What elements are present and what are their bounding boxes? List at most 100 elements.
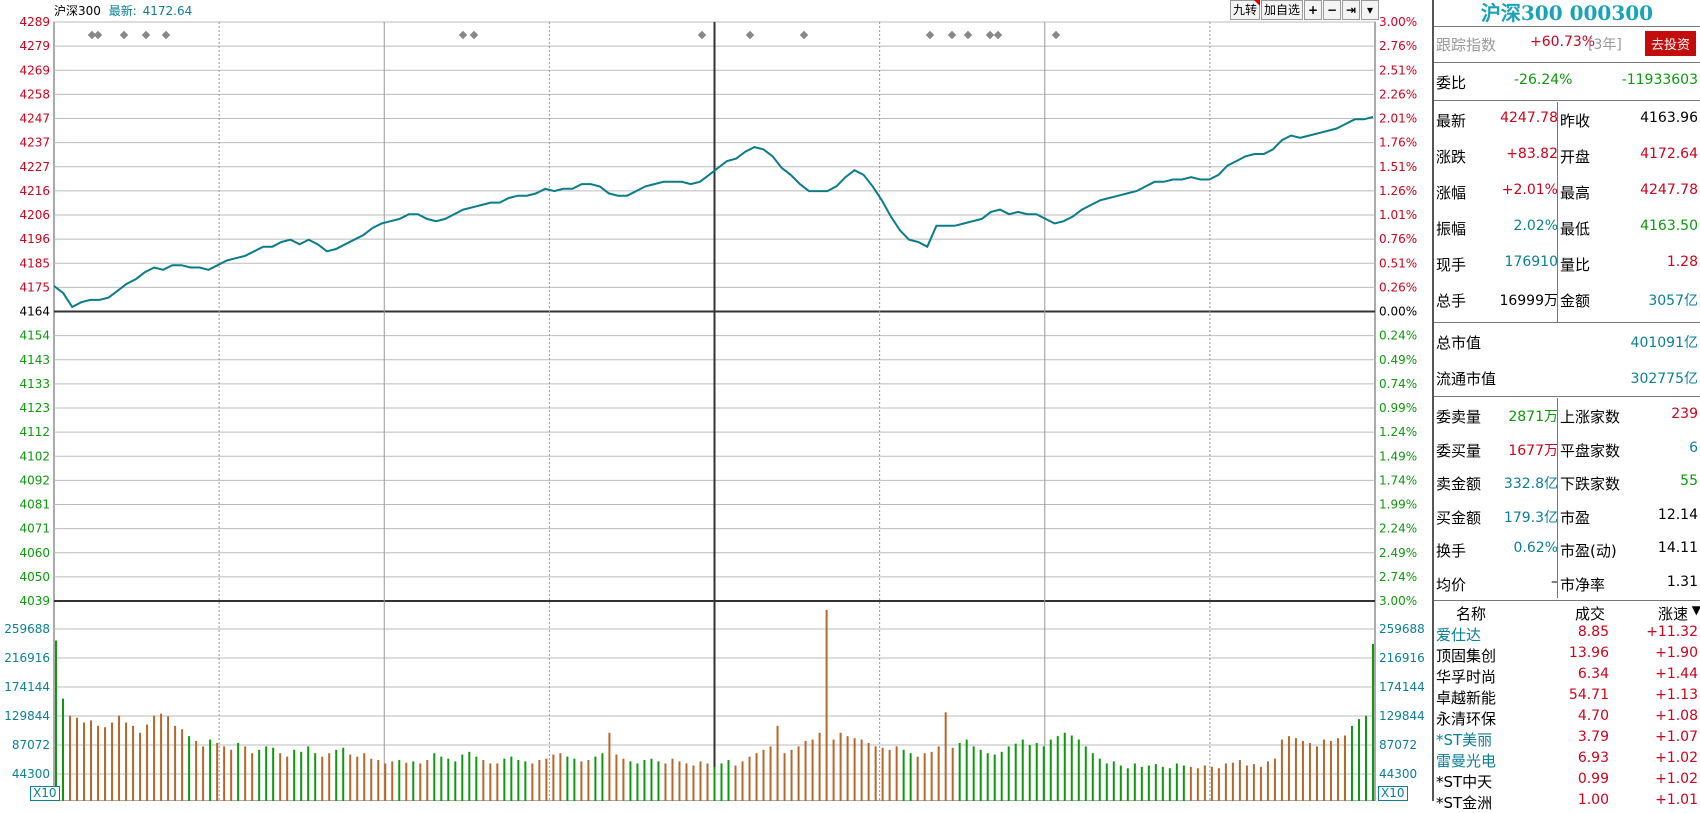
volume-tick-label: 44300 — [12, 767, 50, 781]
quote-row: 现手 176910 量比 1.28 — [1434, 248, 1700, 278]
list-item[interactable]: 永清环保 4.70 +1.08 — [1434, 708, 1700, 729]
track-value: +60.73% — [1530, 34, 1596, 50]
stock-name: *ST美丽 — [1436, 731, 1493, 749]
volume-tick-label: 44300 — [1379, 767, 1417, 781]
stat-label: 换手 — [1436, 542, 1467, 560]
percent-tick-label: 0.99% — [1379, 401, 1417, 415]
add-favorite-button[interactable]: 加自选 — [1261, 0, 1304, 20]
stat-label: 均价 — [1436, 575, 1467, 594]
percent-tick-label: 0.24% — [1379, 329, 1417, 343]
latest-label: 最新: — [108, 4, 137, 18]
price-tick-label: 4081 — [19, 498, 50, 512]
stock-price: 54.71 — [1568, 687, 1609, 703]
col-change-header[interactable]: 涨速 — [1658, 603, 1688, 624]
quote-value: 2.02% — [1513, 218, 1558, 234]
list-item[interactable]: 卓越新能 54.71 +1.13 — [1434, 687, 1700, 708]
float-cap-row: 流通市值 302775亿 — [1434, 362, 1700, 392]
quote-label: 最低 — [1560, 220, 1591, 238]
stock-change: +1.02 — [1655, 771, 1698, 787]
percent-tick-label: 1.51% — [1379, 160, 1417, 174]
col-price-header[interactable]: 成交 — [1575, 603, 1605, 624]
volume-tick-label: 87072 — [1379, 738, 1417, 752]
quote-panel: 沪深300 000300 跟踪指数 +60.73% [3年] 去投资 委比 -2… — [1432, 0, 1700, 812]
quote-row: 最新 4247.78 昨收 4163.96 — [1434, 104, 1700, 134]
quote-label: 金额 — [1560, 292, 1591, 310]
quote-label: 总手 — [1436, 292, 1467, 310]
volume-tick-label: 216916 — [1379, 651, 1425, 665]
list-item[interactable]: 华孚时尚 6.34 +1.44 — [1434, 666, 1700, 687]
stat-value: 55 — [1680, 473, 1698, 489]
event-marker-icon — [985, 30, 995, 40]
quote-label: 涨跌 — [1436, 148, 1467, 166]
mktcap-value: 401091亿 — [1630, 335, 1698, 351]
price-tick-label: 4154 — [19, 329, 50, 343]
stock-price: 3.79 — [1577, 729, 1609, 745]
price-tick-label: 4227 — [19, 160, 50, 174]
list-header: 名称 成交 涨速 ▼ — [1434, 603, 1700, 624]
stock-change: +1.13 — [1655, 687, 1698, 703]
quote-value: 4247.78 — [1500, 110, 1558, 126]
percent-tick-label: 0.76% — [1379, 232, 1417, 246]
quote-value: +2.01% — [1501, 182, 1558, 198]
price-tick-label: 4123 — [19, 401, 50, 415]
volume-tick-label: 129844 — [4, 709, 50, 723]
percent-tick-label: 0.74% — [1379, 377, 1417, 391]
list-item[interactable]: *ST中天 0.99 +1.02 — [1434, 771, 1700, 792]
volume-tick-label: 129844 — [1379, 709, 1425, 723]
stat-row: 委买量 1677万 平盘家数 6 — [1434, 434, 1700, 464]
panel-title: 沪深300 000300 — [1480, 1, 1654, 25]
list-item[interactable]: *ST金洲 1.00 +1.01 — [1434, 792, 1700, 813]
list-item[interactable]: 雷曼光电 6.93 +1.02 — [1434, 750, 1700, 771]
jiuzhuan-button[interactable]: 九转 — [1230, 0, 1261, 20]
price-tick-label: 4206 — [19, 208, 50, 222]
divider — [1434, 396, 1700, 397]
invest-button[interactable]: 去投资 — [1644, 31, 1696, 56]
intraday-chart-area[interactable]: 4289 4279 4269 4258 4247 4237 4227 4216 4206 4196… — [0, 0, 1430, 801]
list-item[interactable]: 顶固集创 13.96 +1.90 — [1434, 645, 1700, 666]
volume-tick-label: 174144 — [1379, 680, 1425, 694]
stat-row: 卖金额 332.8亿 下跌家数 55 — [1434, 467, 1700, 497]
stat-value: 179.3亿 — [1503, 509, 1558, 526]
event-marker-icon — [799, 30, 809, 40]
sort-down-icon[interactable]: ▼ — [1692, 603, 1700, 617]
mktcap-row: 总市值 401091亿 — [1434, 326, 1700, 356]
event-marker-icon — [963, 30, 973, 40]
price-tick-label: 4071 — [19, 522, 50, 536]
quote-value: 1.28 — [1666, 254, 1698, 270]
divider — [1434, 62, 1700, 63]
percent-tick-label: 2.74% — [1379, 570, 1417, 584]
float-cap-label: 流通市值 — [1436, 370, 1497, 388]
event-marker-icon — [141, 30, 151, 40]
list-item[interactable]: *ST美丽 3.79 +1.07 — [1434, 729, 1700, 750]
volume-tick-label: 259688 — [1379, 622, 1425, 636]
stock-change: +1.90 — [1655, 645, 1698, 661]
col-name-header[interactable]: 名称 — [1456, 603, 1486, 624]
event-marker-icon — [93, 30, 103, 40]
jump-end-icon[interactable]: ⇥ — [1342, 0, 1361, 20]
quote-label: 振幅 — [1436, 220, 1467, 238]
price-tick-label: 4102 — [19, 449, 50, 463]
zoom-out-icon[interactable]: − — [1323, 0, 1342, 20]
dropdown-icon[interactable]: ▾ — [1361, 0, 1380, 20]
price-tick-label: 4143 — [19, 353, 50, 367]
quote-label: 最高 — [1560, 184, 1591, 202]
event-marker-icon — [1051, 30, 1061, 40]
quote-row: 振幅 2.02% 最低 4163.50 — [1434, 212, 1700, 242]
stock-change: +11.32 — [1646, 624, 1698, 640]
percent-tick-label: 2.76% — [1379, 39, 1417, 53]
divider — [1434, 322, 1700, 323]
stat-label: 市净率 — [1560, 575, 1606, 594]
stat-label: 市盈 — [1560, 508, 1591, 527]
price-tick-label: 4279 — [19, 39, 50, 53]
list-item[interactable]: 爱仕达 8.85 +11.32 — [1434, 624, 1700, 645]
divider — [1434, 26, 1700, 27]
stat-value: 2871万 — [1508, 409, 1558, 425]
quote-row: 总手 16999万 金额 3057亿 — [1434, 284, 1700, 314]
stat-row: 委卖量 2871万 上涨家数 239 — [1434, 400, 1700, 430]
quote-value: +83.82 — [1506, 146, 1558, 162]
chart-svg[interactable]: 4289 4279 4269 4258 4247 4237 4227 4216 4206 4196… — [0, 0, 1430, 801]
stock-change: +1.44 — [1655, 666, 1698, 682]
price-tick-label: 4060 — [19, 546, 50, 560]
zoom-in-icon[interactable]: + — [1304, 0, 1323, 20]
stat-label: 市盈(动) — [1560, 542, 1617, 560]
